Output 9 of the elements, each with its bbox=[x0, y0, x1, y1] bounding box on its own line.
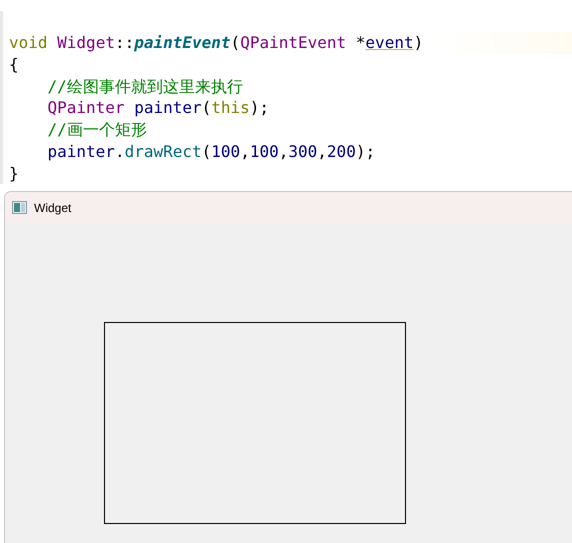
code-comment: //绘图事件就到这里来执行 bbox=[48, 76, 243, 96]
app-icon bbox=[12, 201, 27, 214]
code-comment: //画一个矩形 bbox=[48, 120, 147, 140]
code-line: painter.drawRect(100,100,300,200); bbox=[48, 142, 376, 161]
code-line: { bbox=[9, 55, 19, 74]
code-line: void Widget::paintEvent(QPaintEvent *event) bbox=[9, 33, 424, 52]
code-line: QPainter painter(this); bbox=[48, 98, 270, 118]
code-line: } bbox=[9, 164, 19, 182]
window-title: Widget bbox=[34, 200, 72, 216]
